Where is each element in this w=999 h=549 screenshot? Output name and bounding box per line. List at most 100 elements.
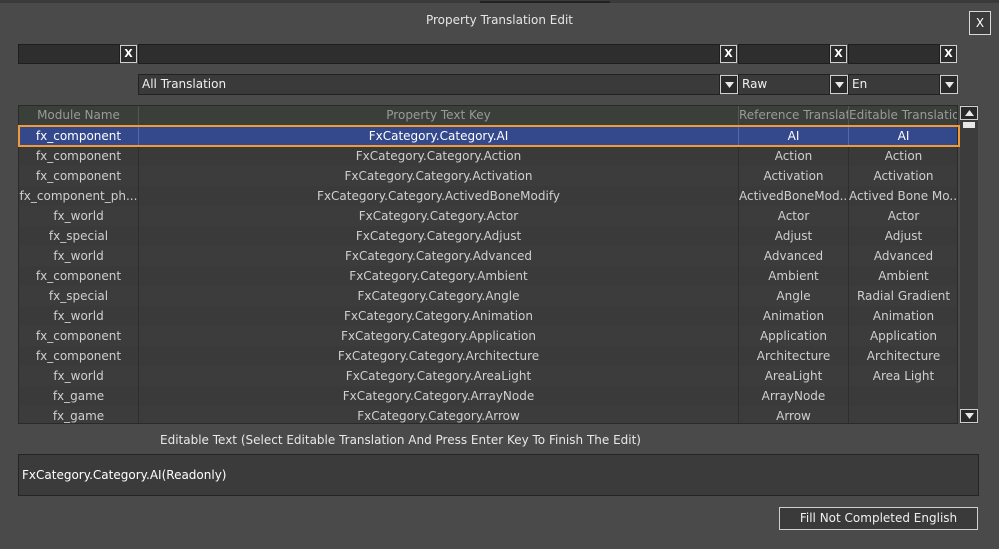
- row-editable-cell[interactable]: Activation: [849, 166, 957, 186]
- row-reference-cell: Adjust: [739, 226, 849, 246]
- table-row[interactable]: fx_game FxCategory.Category.ArrayNode Arra…: [19, 386, 957, 406]
- editable-language-dropdown-icon[interactable]: [940, 75, 958, 94]
- row-editable-cell[interactable]: Action: [849, 146, 957, 166]
- row-key-cell: FxCategory.Category.AI: [139, 126, 739, 146]
- fill-not-completed-english-button[interactable]: Fill Not Completed English: [779, 507, 978, 530]
- row-reference-cell: AreaLight: [739, 366, 849, 386]
- table-row[interactable]: fx_component FxCategory.Category.Ambient A…: [19, 266, 957, 286]
- module-filter-input[interactable]: [18, 44, 120, 64]
- table-row[interactable]: fx_world FxCategory.Category.AreaLight Are…: [19, 366, 957, 386]
- row-key-cell: FxCategory.Category.Advanced: [139, 246, 739, 266]
- row-editable-cell[interactable]: Actived Bone Mo...: [849, 186, 957, 206]
- row-editable-cell[interactable]: Radial Gradient: [849, 286, 957, 306]
- row-reference-cell: Angle: [739, 286, 849, 306]
- table-row[interactable]: fx_component_ph... FxCategory.Category.Ac…: [19, 186, 957, 206]
- table-row[interactable]: fx_special FxCategory.Category.Angle Angle…: [19, 286, 957, 306]
- row-key-cell: FxCategory.Category.AreaLight: [139, 366, 739, 386]
- row-module-cell: fx_world: [19, 306, 139, 326]
- table-row[interactable]: fx_special FxCategory.Category.Adjust Adju…: [19, 226, 957, 246]
- row-reference-cell: Advanced: [739, 246, 849, 266]
- row-module-cell: fx_component_ph...: [19, 186, 139, 206]
- editable-filter-input[interactable]: [848, 44, 940, 64]
- editable-text-field[interactable]: FxCategory.Category.AI(Readonly): [18, 454, 979, 496]
- table-scrollbar[interactable]: [960, 105, 978, 424]
- row-reference-cell: Arrow: [739, 406, 849, 423]
- row-reference-cell: ArrayNode: [739, 386, 849, 406]
- clear-editable-filter-button[interactable]: X: [940, 45, 957, 63]
- table-row[interactable]: fx_component FxCategory.Category.Applicat…: [19, 326, 957, 346]
- table-row[interactable]: fx_component FxCategory.Category.Activati…: [19, 166, 957, 186]
- reference-language-select[interactable]: Raw: [738, 74, 830, 95]
- clear-module-filter-button[interactable]: X: [120, 45, 137, 63]
- row-module-cell: fx_game: [19, 406, 139, 423]
- row-module-cell: fx_world: [19, 246, 139, 266]
- dialog-title: Property Translation Edit: [425, 13, 574, 27]
- translation-scope-select[interactable]: All Translation: [138, 74, 720, 95]
- reference-filter-input[interactable]: [738, 44, 830, 64]
- column-header-reference[interactable]: Reference Translation: [739, 106, 849, 125]
- row-key-cell: FxCategory.Category.Arrow: [139, 406, 739, 423]
- row-key-cell: FxCategory.Category.Adjust: [139, 226, 739, 246]
- scroll-up-icon[interactable]: [960, 106, 978, 120]
- table-row[interactable]: fx_component FxCategory.Category.Action Ac…: [19, 146, 957, 166]
- scroll-thumb[interactable]: [963, 122, 975, 128]
- row-key-cell: FxCategory.Category.Architecture: [139, 346, 739, 366]
- row-editable-cell[interactable]: Advanced: [849, 246, 957, 266]
- table-header: Module Name Property Text Key Reference …: [19, 106, 957, 125]
- row-module-cell: fx_component: [19, 146, 139, 166]
- row-reference-cell: Activation: [739, 166, 849, 186]
- row-module-cell: fx_component: [19, 166, 139, 186]
- row-module-cell: fx_component: [19, 346, 139, 366]
- row-editable-cell[interactable]: Area Light: [849, 366, 957, 386]
- row-reference-cell: Application: [739, 326, 849, 346]
- translation-table: Module Name Property Text Key Reference …: [18, 105, 958, 424]
- row-editable-cell[interactable]: [849, 406, 957, 423]
- row-module-cell: fx_special: [19, 226, 139, 246]
- row-key-cell: FxCategory.Category.Application: [139, 326, 739, 346]
- row-reference-cell: Action: [739, 146, 849, 166]
- table-row[interactable]: fx_component FxCategory.Category.AI AI AI: [19, 126, 957, 146]
- editable-language-select[interactable]: En: [848, 74, 940, 95]
- table-row[interactable]: fx_component FxCategory.Category.Architec…: [19, 346, 957, 366]
- window-top-border: [0, 1, 999, 3]
- table-row[interactable]: fx_game FxCategory.Category.Arrow Arrow: [19, 406, 957, 423]
- row-editable-cell[interactable]: Application: [849, 326, 957, 346]
- row-key-cell: FxCategory.Category.Animation: [139, 306, 739, 326]
- row-module-cell: fx_world: [19, 206, 139, 226]
- row-editable-cell[interactable]: Ambient: [849, 266, 957, 286]
- row-editable-cell[interactable]: Adjust: [849, 226, 957, 246]
- row-module-cell: fx_component: [19, 126, 139, 146]
- row-reference-cell: Animation: [739, 306, 849, 326]
- table-row[interactable]: fx_world FxCategory.Category.Advanced Adva…: [19, 246, 957, 266]
- row-reference-cell: Architecture: [739, 346, 849, 366]
- row-editable-cell[interactable]: AI: [849, 126, 957, 146]
- key-filter-input[interactable]: [138, 44, 720, 64]
- close-dialog-button[interactable]: X: [969, 11, 991, 35]
- scroll-down-icon[interactable]: [960, 409, 978, 423]
- row-key-cell: FxCategory.Category.Action: [139, 146, 739, 166]
- row-key-cell: FxCategory.Category.Ambient: [139, 266, 739, 286]
- row-key-cell: FxCategory.Category.ActivedBoneModify: [139, 186, 739, 206]
- table-row[interactable]: fx_world FxCategory.Category.Actor Actor Ac…: [19, 206, 957, 226]
- table-row[interactable]: fx_world FxCategory.Category.Animation Ani…: [19, 306, 957, 326]
- property-translation-dialog: Property Translation Edit X X X X X All …: [0, 0, 999, 549]
- row-module-cell: fx_world: [19, 366, 139, 386]
- row-reference-cell: Actor: [739, 206, 849, 226]
- row-editable-cell[interactable]: Architecture: [849, 346, 957, 366]
- column-header-module[interactable]: Module Name: [19, 106, 139, 125]
- row-editable-cell[interactable]: Actor: [849, 206, 957, 226]
- translation-scope-dropdown-icon[interactable]: [720, 75, 738, 94]
- row-module-cell: fx_special: [19, 286, 139, 306]
- reference-language-dropdown-icon[interactable]: [830, 75, 848, 94]
- column-header-key[interactable]: Property Text Key: [139, 106, 739, 125]
- row-module-cell: fx_game: [19, 386, 139, 406]
- row-editable-cell[interactable]: [849, 386, 957, 406]
- row-key-cell: FxCategory.Category.Angle: [139, 286, 739, 306]
- row-reference-cell: AI: [739, 126, 849, 146]
- row-editable-cell[interactable]: Animation: [849, 306, 957, 326]
- row-module-cell: fx_component: [19, 266, 139, 286]
- row-reference-cell: Ambient: [739, 266, 849, 286]
- clear-reference-filter-button[interactable]: X: [830, 45, 847, 63]
- clear-key-filter-button[interactable]: X: [720, 45, 737, 63]
- column-header-editable[interactable]: Editable Translation: [849, 106, 957, 125]
